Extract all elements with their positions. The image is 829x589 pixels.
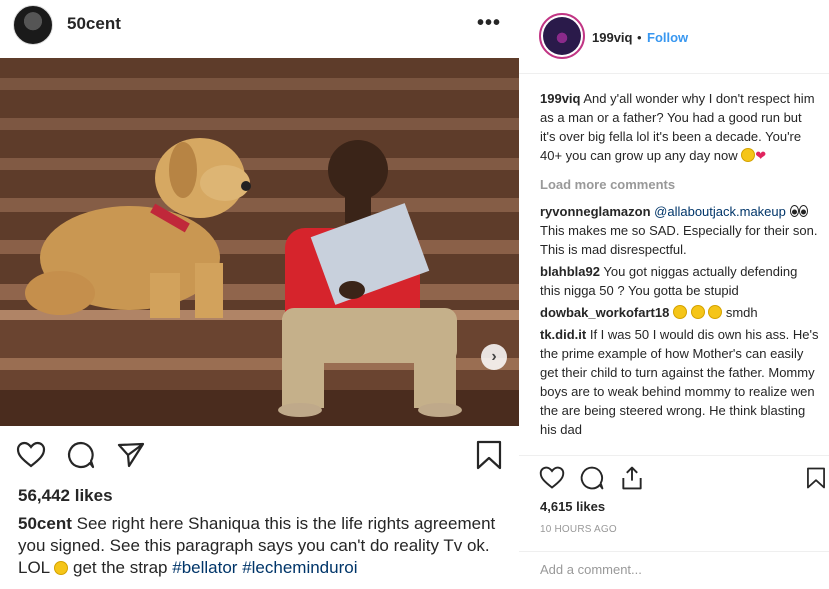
comment-item: 199viq And y'all wonder why I don't resp… (540, 89, 820, 165)
comment-item: dowbak_workofart18 smdh (540, 303, 820, 322)
comments-header: 199viq • Follow (519, 0, 829, 74)
post-timestamp: 10 HOURS AGO (540, 524, 617, 535)
comment-text: smdh (725, 305, 758, 320)
share-icon[interactable] (116, 440, 146, 470)
comments-pane: 199viq • Follow 199viq And y'all wonder … (519, 0, 829, 589)
comments-actions (519, 455, 829, 495)
post-header: 50cent ••• (0, 0, 519, 58)
comment-list[interactable]: 199viq And y'all wonder why I don't resp… (540, 89, 820, 454)
comment-input[interactable] (540, 562, 810, 577)
share-icon[interactable] (619, 465, 645, 491)
post-actions (16, 440, 506, 472)
avatar[interactable] (13, 5, 53, 45)
more-icon[interactable]: ••• (477, 12, 501, 35)
bookmark-icon[interactable] (805, 465, 827, 491)
post-author[interactable]: 50cent (67, 14, 121, 34)
comment-author[interactable]: blahbla92 (540, 264, 600, 279)
comment-author[interactable]: 199viq (540, 91, 580, 106)
caption-tail: get the strap (72, 558, 168, 577)
comment-icon[interactable] (579, 465, 605, 491)
hashtag-link[interactable]: #lecheminduroi (242, 558, 357, 577)
avatar[interactable] (539, 13, 585, 59)
side-author[interactable]: 199viq (592, 30, 632, 45)
mention-link[interactable]: @allaboutjack.makeup (654, 204, 786, 219)
comment-item: blahbla92 You got niggas actually defend… (540, 262, 820, 300)
post-likes[interactable]: 56,442 likes (18, 486, 113, 506)
comment-item: ryvonneglamazon @allaboutjack.makeup Thi… (540, 202, 820, 259)
post-caption: 50cent See right here Shaniqua this is t… (18, 513, 498, 579)
comment-text: This makes me so SAD. Especially for the… (540, 223, 818, 257)
add-comment-bar (519, 551, 829, 589)
comment-item: tk.did.it If I was 50 I would dis own hi… (540, 325, 820, 439)
comment-icon[interactable] (66, 440, 96, 470)
heart-icon[interactable] (539, 465, 565, 491)
post-photo-illustration (0, 58, 519, 426)
comment-author[interactable]: tk.did.it (540, 327, 586, 342)
post-left-pane: 50cent ••• › 56,442 likes 50cent See rig… (0, 0, 519, 589)
heart-emoji-icon: ❤ (755, 148, 767, 163)
heart-icon[interactable] (16, 440, 46, 470)
comment-author[interactable]: ryvonneglamazon (540, 204, 651, 219)
load-more-comments-button[interactable]: Load more comments (540, 175, 820, 194)
disappointed-emoji-icon (708, 305, 723, 319)
follow-button[interactable]: Follow (647, 30, 688, 45)
post-photo[interactable]: › (0, 58, 519, 426)
thinking-emoji-icon (672, 305, 687, 319)
separator-dot: • (637, 30, 642, 45)
avatar-image (543, 17, 581, 55)
bookmark-icon[interactable] (474, 440, 504, 470)
hug-emoji-icon (741, 148, 756, 162)
comment-text: If I was 50 I would dis own his ass. He'… (540, 327, 819, 437)
comments-likes[interactable]: 4,615 likes (540, 499, 605, 514)
comment-author[interactable]: dowbak_workofart18 (540, 305, 669, 320)
grimace-emoji-icon (54, 561, 69, 575)
hashtag-link[interactable]: #bellator (172, 558, 237, 577)
caption-author[interactable]: 50cent (18, 514, 72, 533)
flushed-emoji-icon (690, 305, 705, 319)
carousel-next-icon[interactable]: › (481, 344, 507, 370)
eyes-emoji-icon (789, 205, 808, 217)
comment-text: And y'all wonder why I don't respect him… (540, 91, 815, 163)
